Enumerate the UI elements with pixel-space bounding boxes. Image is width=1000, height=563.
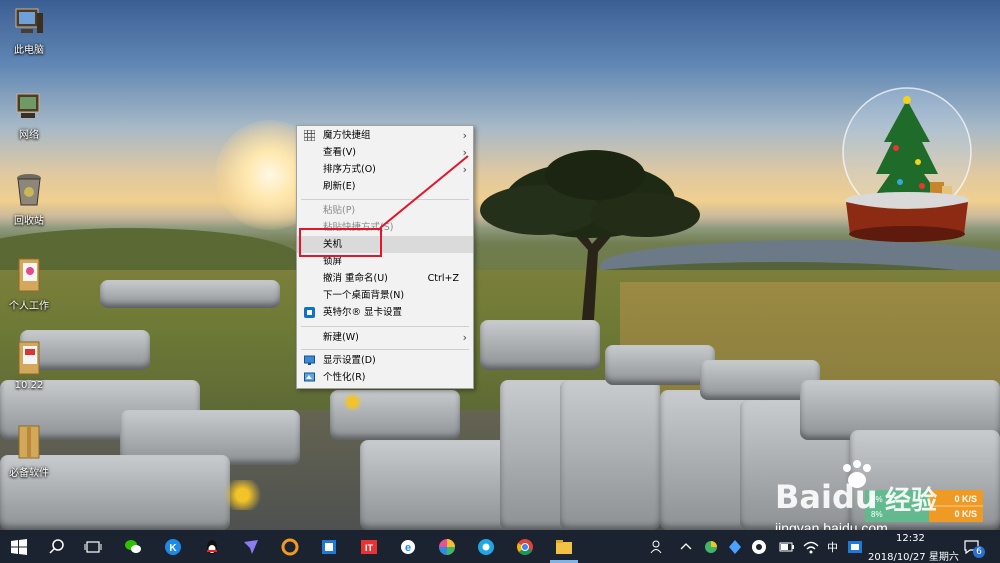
svg-text:IT: IT <box>365 543 374 553</box>
color-wheel-icon[interactable] <box>438 538 456 556</box>
ie-icon[interactable]: e <box>399 538 417 556</box>
start-windows-icon[interactable] <box>10 538 28 556</box>
notification-badge: 6 <box>973 546 985 558</box>
qq-icon[interactable] <box>203 538 221 556</box>
task-view-icon[interactable] <box>84 538 102 556</box>
browser-ring-icon[interactable] <box>281 538 299 556</box>
people-icon[interactable] <box>648 538 666 556</box>
feishu-icon[interactable] <box>242 538 260 556</box>
svg-text:K: K <box>169 543 177 554</box>
svg-text:e: e <box>405 542 411 554</box>
baidu-jingyan-watermark: Baidu 经验 jingyan.baidu.com <box>775 460 995 540</box>
clock-time[interactable]: 12:32 <box>896 533 925 544</box>
battery-icon[interactable] <box>778 538 796 556</box>
cloud-app-icon[interactable] <box>750 538 768 556</box>
taskbar: K IT e 中 12:32 2018/10/27 星期六 6 <box>0 530 1000 563</box>
chrome-icon[interactable] <box>516 538 534 556</box>
kugou-icon[interactable]: K <box>164 538 182 556</box>
office-icon[interactable] <box>320 538 338 556</box>
toutiao-icon[interactable]: IT <box>360 538 378 556</box>
wechat-icon[interactable] <box>124 538 142 556</box>
wifi-icon[interactable] <box>802 538 820 556</box>
chevron-up-icon[interactable] <box>677 538 695 556</box>
security-shield-icon[interactable] <box>702 538 720 556</box>
input-method-icon[interactable] <box>846 538 864 556</box>
file-explorer-icon[interactable] <box>555 538 573 556</box>
paw-icon <box>843 460 871 488</box>
clock-date[interactable]: 2018/10/27 星期六 <box>868 548 959 563</box>
search-icon[interactable] <box>48 538 66 556</box>
ime-indicator[interactable]: 中 <box>827 539 838 555</box>
diamond-icon[interactable] <box>726 538 744 556</box>
qq-music-icon[interactable] <box>477 538 495 556</box>
watermark-cn: 经验 <box>885 486 938 516</box>
